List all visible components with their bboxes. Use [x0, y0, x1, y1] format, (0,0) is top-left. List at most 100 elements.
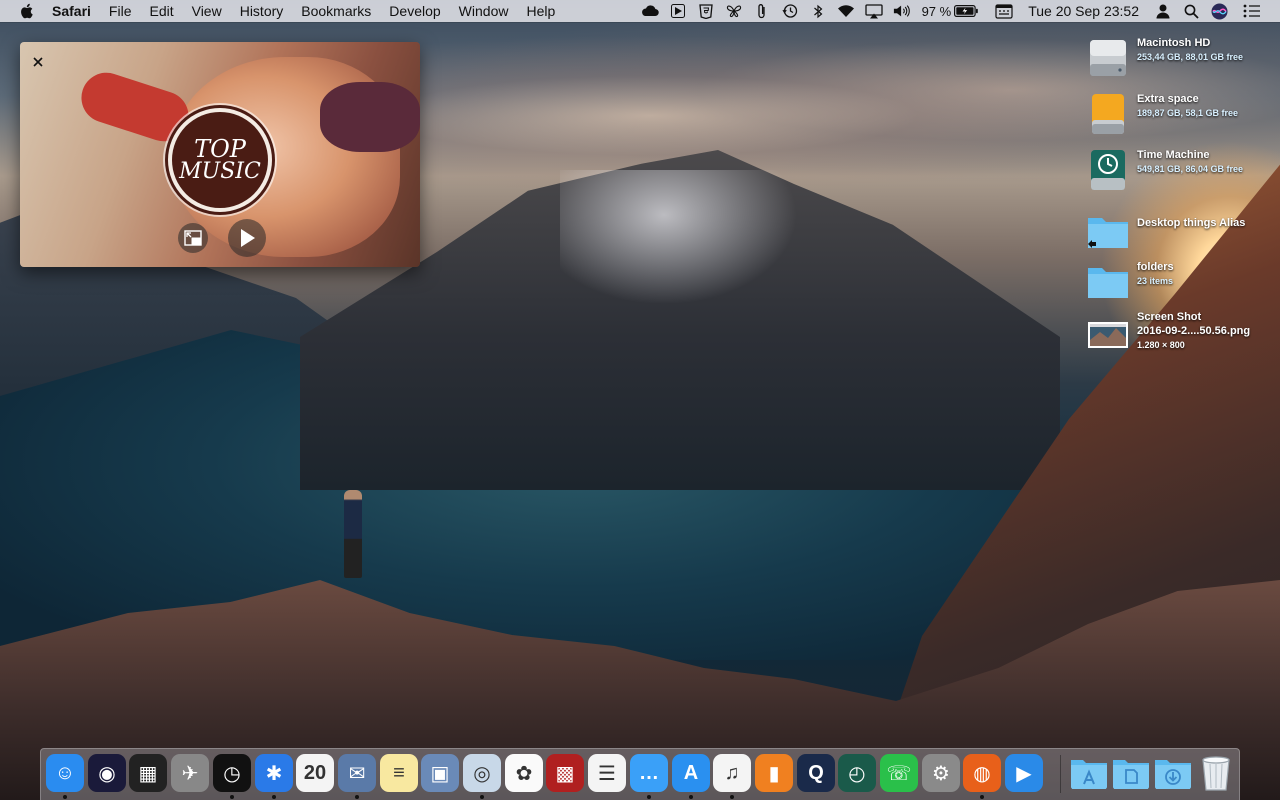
menu-clock[interactable]: Tue 20 Sep 23:52	[1028, 3, 1139, 19]
dock-app-photos[interactable]: ✿	[505, 754, 543, 792]
volume-icon[interactable]	[893, 3, 911, 19]
desktop-item-label: Extra space	[1137, 93, 1199, 105]
hard-drive-icon	[1090, 40, 1126, 76]
dock-app-time-machine[interactable]: ◴	[838, 754, 876, 792]
dock-app-launchpad[interactable]: ✈	[171, 754, 209, 792]
desktop-item-time-machine[interactable]: Time Machine 549,81 GB, 86,04 GB free	[1086, 148, 1276, 198]
dock: ☺ ◉ ▦ ✈ ◷ ✱ 20 ✉ ≡ ▣ ◎ ✿ ▩ ☰ … A ♫ ▮ Q ◴ ☏ ⚙ ◍ ▶	[40, 748, 1240, 800]
wifi-icon[interactable]	[837, 3, 855, 19]
dock-separator	[1060, 755, 1061, 793]
external-drive-icon	[1092, 94, 1124, 134]
downloads-folder-stack[interactable]	[1154, 754, 1192, 792]
dock-app-system-preferences[interactable]: ⚙	[922, 754, 960, 792]
menu-edit[interactable]: Edit	[140, 3, 182, 19]
desktop-item-macintosh-hd[interactable]: Macintosh HD 253,44 GB, 88,01 GB free	[1086, 36, 1276, 86]
applications-folder-stack[interactable]	[1070, 754, 1108, 792]
menu-window[interactable]: Window	[450, 3, 518, 19]
dock-app-reminders[interactable]: ☰	[588, 754, 626, 792]
keyboard-viewer-icon[interactable]	[995, 3, 1013, 19]
applications-folder-icon	[1071, 760, 1107, 789]
safari-icon: ✱	[265, 762, 283, 785]
spotlight-search-icon[interactable]	[1182, 3, 1200, 19]
ibooks-icon: ▮	[768, 762, 780, 785]
desktop-item-info: 1.280 × 800	[1137, 340, 1185, 350]
finder-icon: ☺	[54, 761, 76, 784]
desktop-item-extra-space[interactable]: Extra space 189,87 GB, 58,1 GB free	[1086, 92, 1276, 142]
trash-button[interactable]	[1197, 754, 1235, 792]
itunes-icon: ♫	[724, 761, 740, 784]
dock-app-firefox[interactable]: ◍	[963, 754, 1001, 792]
dock-app-ibooks[interactable]: ▮	[755, 754, 793, 792]
launchpad-icon: ✈	[181, 762, 199, 785]
desktop-item-info: 253,44 GB, 88,01 GB free	[1137, 52, 1244, 62]
apple-icon[interactable]	[18, 2, 36, 20]
dock-app-facetime[interactable]: ☏	[880, 754, 918, 792]
folder-icon	[1088, 268, 1128, 298]
menu-help[interactable]: Help	[517, 3, 564, 19]
play-triangle-icon[interactable]	[669, 3, 687, 19]
menu-bar: Safari File Edit View History Bookmarks …	[0, 0, 1280, 22]
dock-app-app-store[interactable]: A	[672, 754, 710, 792]
menu-file[interactable]: File	[100, 3, 141, 19]
video-frame-cushion	[320, 82, 420, 152]
dock-app-quicktime-player[interactable]: ▶	[1005, 754, 1043, 792]
app-store-icon: A	[683, 761, 699, 784]
dock-app-safari[interactable]: ✱	[255, 754, 293, 792]
dock-app-itunes[interactable]: ♫	[713, 754, 751, 792]
battery-percent[interactable]: 97 %	[922, 4, 952, 19]
wallpaper-snow	[560, 170, 820, 320]
video-frame-sock	[74, 66, 196, 148]
top-music-logo: TOP MUSIC	[172, 112, 268, 208]
dock-app-photo-booth[interactable]: ▩	[546, 754, 584, 792]
dock-app-notes[interactable]: ≡	[380, 754, 418, 792]
user-icon[interactable]	[1154, 3, 1172, 19]
documents-folder-stack[interactable]	[1112, 754, 1150, 792]
wallpaper-person	[344, 490, 362, 578]
pip-close-button[interactable]	[28, 52, 48, 72]
pip-exit-button[interactable]	[178, 223, 208, 253]
bluetooth-icon[interactable]	[809, 3, 827, 19]
siri-icon[interactable]	[1210, 3, 1228, 19]
dock-app-mission-control[interactable]: ▦	[129, 754, 167, 792]
dock-running-indicator	[230, 795, 234, 799]
desktop-item-label: Desktop things Alias	[1137, 217, 1246, 229]
dock-app-calendar[interactable]: 20	[296, 754, 334, 792]
dock-running-indicator	[480, 795, 484, 799]
desktop-item-desktop-things-alias[interactable]: Desktop things Alias	[1086, 210, 1276, 260]
pip-play-button[interactable]	[228, 219, 266, 257]
menu-app-name[interactable]: Safari	[52, 3, 100, 19]
html5-icon[interactable]	[697, 3, 715, 19]
documents-folder-icon	[1113, 760, 1149, 789]
menu-bookmarks[interactable]: Bookmarks	[292, 3, 380, 19]
battery-icon[interactable]	[954, 3, 979, 19]
paperclip-icon[interactable]	[753, 3, 771, 19]
dock-app-dashboard[interactable]: ◷	[213, 754, 251, 792]
screenshot-thumbnail-icon	[1088, 322, 1128, 348]
time-machine-icon: ◴	[848, 762, 866, 785]
dashboard-icon: ◷	[223, 762, 241, 785]
play-icon	[241, 229, 255, 247]
mail-icon: ✉	[348, 762, 366, 785]
dock-app-messages[interactable]: …	[630, 754, 668, 792]
dock-app-mail[interactable]: ✉	[338, 754, 376, 792]
desktop-item-folders[interactable]: folders 23 items	[1086, 260, 1276, 310]
dock-app-finder[interactable]: ☺	[46, 754, 84, 792]
butterfly-icon[interactable]	[725, 3, 743, 19]
menu-develop[interactable]: Develop	[380, 3, 449, 19]
dock-running-indicator	[980, 795, 984, 799]
time-machine-icon[interactable]	[781, 3, 799, 19]
notification-center-icon[interactable]	[1243, 3, 1261, 19]
menu-view[interactable]: View	[183, 3, 231, 19]
dock-running-indicator	[355, 795, 359, 799]
picture-in-picture-player[interactable]: TOP MUSIC	[20, 42, 420, 267]
dock-app-quicktime[interactable]: Q	[797, 754, 835, 792]
facetime-icon: ☏	[886, 762, 912, 785]
cloud-icon[interactable]	[641, 3, 659, 19]
dock-app-image-capture[interactable]: ◎	[463, 754, 501, 792]
dock-app-siri[interactable]: ◉	[88, 754, 126, 792]
dock-running-indicator	[272, 795, 276, 799]
airplay-icon[interactable]	[864, 3, 883, 19]
desktop-item-screen-shot[interactable]: Screen Shot 2016-09-2....50.56.png 1.280…	[1086, 310, 1276, 360]
menu-history[interactable]: History	[231, 3, 293, 19]
dock-app-preview[interactable]: ▣	[421, 754, 459, 792]
